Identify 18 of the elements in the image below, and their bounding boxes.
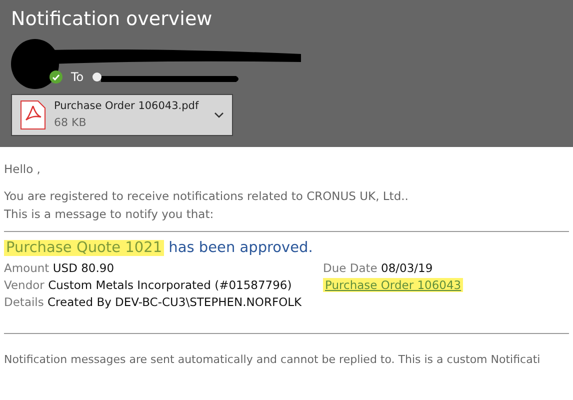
field-value: Custom Metals Incorporated (#01587796) xyxy=(48,278,292,292)
notification-heading: Purchase Quote 1021 has been approved. xyxy=(4,238,314,258)
field-label: Details xyxy=(4,295,44,309)
window-title: Notification overview xyxy=(11,7,214,32)
field-value: Created By DEV-BC-CU3\STEPHEN.NORFOLK xyxy=(48,295,302,309)
attachment-name: Purchase Order 106043.pdf xyxy=(54,98,200,114)
footer-text: Notification messages are sent automatically and cannot be replied to. This is a custom Notificati xyxy=(4,352,542,368)
greeting-text: Hello , xyxy=(4,161,42,178)
to-label: To xyxy=(71,69,84,86)
attachment-size: 68 KB xyxy=(54,114,88,131)
intro-text: This is a message to notify you that: xyxy=(4,206,215,222)
field-label: Amount xyxy=(4,260,50,274)
field-label: Vendor xyxy=(4,278,44,292)
field-label: Due Date xyxy=(323,260,378,274)
attachment-card[interactable]: Purchase Order 106043.pdf 68 KB xyxy=(11,94,233,136)
field-value: USD 80.90 xyxy=(52,260,114,274)
field-value: 08/03/19 xyxy=(381,260,433,274)
intro-text: You are registered to receive notifications related to CRONUS UK, Ltd.. xyxy=(4,188,410,206)
